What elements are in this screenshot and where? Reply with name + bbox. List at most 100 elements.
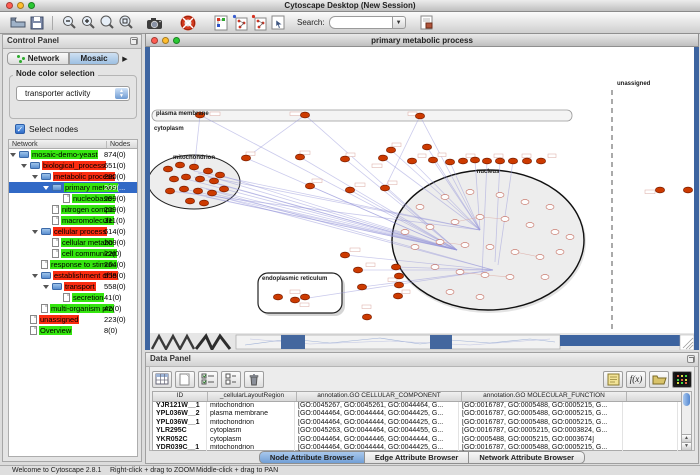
network-node[interactable] <box>195 176 204 182</box>
new-attribute-icon[interactable] <box>175 371 195 388</box>
network-node[interactable] <box>169 176 178 182</box>
tree-item[interactable]: transport558(0) <box>9 281 137 292</box>
network-node[interactable] <box>295 154 304 160</box>
network-node[interactable] <box>482 158 491 164</box>
network-node[interactable] <box>300 112 309 118</box>
network-node[interactable] <box>340 156 349 162</box>
network-overlay-icon-1[interactable] <box>230 14 249 32</box>
network-node[interactable] <box>353 267 362 273</box>
disclosure-triangle-icon[interactable] <box>32 175 38 179</box>
tree-item[interactable]: cellular process614(0) <box>9 226 137 237</box>
network-canvas[interactable]: plasma membranecytoplasmmitochondrionnuc… <box>150 47 694 333</box>
zoom-out-icon[interactable] <box>59 14 78 32</box>
tree-item[interactable]: macromolecule311(0) <box>9 215 137 226</box>
table-scrollbar[interactable]: ▲ ▼ <box>681 391 692 451</box>
network-node[interactable] <box>422 144 431 150</box>
nucleus-node[interactable] <box>476 215 484 220</box>
nucleus-node[interactable] <box>436 240 444 245</box>
tree-item[interactable]: establishment of lo558(0) <box>9 270 137 281</box>
network-node[interactable] <box>394 282 403 288</box>
nucleus-node[interactable] <box>506 275 514 280</box>
network-window-titlebar[interactable]: primary metabolic process <box>145 33 699 47</box>
nucleus-node[interactable] <box>521 200 529 205</box>
open-session-icon[interactable] <box>8 14 27 32</box>
nucleus-node[interactable] <box>411 245 419 250</box>
tree-item[interactable]: response to stimulu264(0) <box>9 259 137 270</box>
network-node[interactable] <box>273 294 282 300</box>
nucleus-node[interactable] <box>416 205 424 210</box>
column-header[interactable]: annotation.GO CELLULAR_COMPONENT <box>297 392 462 401</box>
nucleus-node[interactable] <box>441 195 449 200</box>
network-node[interactable] <box>241 155 250 161</box>
attribute-matrix-icon[interactable] <box>672 371 692 388</box>
nucleus-node[interactable] <box>456 270 464 275</box>
network-node[interactable] <box>165 188 174 194</box>
zoom-selected-icon[interactable] <box>97 14 116 32</box>
disclosure-triangle-icon[interactable] <box>43 285 49 289</box>
network-node[interactable] <box>305 183 314 189</box>
search-input[interactable] <box>329 16 393 29</box>
disclosure-triangle-icon[interactable] <box>10 153 16 157</box>
network-node[interactable] <box>445 159 454 165</box>
network-node[interactable] <box>207 190 216 196</box>
nucleus-node[interactable] <box>431 265 439 270</box>
network-node[interactable] <box>357 284 366 290</box>
edit-network-icon[interactable] <box>268 14 287 32</box>
tree-item[interactable]: mosaic-demo-yeast874(0) <box>9 149 137 160</box>
network-node[interactable] <box>391 264 400 270</box>
network-node[interactable] <box>209 178 218 184</box>
tree-item[interactable]: metabolic process280(0) <box>9 171 137 182</box>
network-node[interactable] <box>458 158 467 164</box>
network-node[interactable] <box>386 147 395 153</box>
select-nodes-checkbox[interactable]: ✓ <box>15 124 25 134</box>
network-node[interactable] <box>290 297 299 303</box>
nucleus-node[interactable] <box>476 295 484 300</box>
tab-network-attribute-browser[interactable]: Network Attribute Browser <box>469 451 585 464</box>
network-node[interactable] <box>300 294 309 300</box>
network-node[interactable] <box>189 164 198 170</box>
network-node[interactable] <box>508 158 517 164</box>
network-node[interactable] <box>345 187 354 193</box>
tree-item[interactable]: cellular metabo209(0) <box>9 237 137 248</box>
network-node[interactable] <box>179 186 188 192</box>
network-node[interactable] <box>378 155 387 161</box>
table-row[interactable]: YLR295Ccytoplasm[GO:0045263, GO:0044464,… <box>153 427 687 435</box>
nucleus-node[interactable] <box>526 223 534 228</box>
network-node[interactable] <box>175 162 184 168</box>
nucleus-node[interactable] <box>541 275 549 280</box>
vizmapper-icon[interactable] <box>211 14 230 32</box>
data-panel-undock-icon[interactable] <box>687 355 695 363</box>
network-node[interactable] <box>219 186 228 192</box>
attribute-batch-icon[interactable] <box>221 371 241 388</box>
tree-item[interactable]: nucleobase-209(0) <box>9 193 137 204</box>
network-node[interactable] <box>340 252 349 258</box>
nucleus-node[interactable] <box>556 250 564 255</box>
nucleus-node[interactable] <box>546 205 554 210</box>
nucleus-node[interactable] <box>566 235 574 240</box>
table-row[interactable]: YPL036W__2plasma membrane[GO:0044464, GO… <box>153 410 687 418</box>
table-row[interactable]: YPL036W__1mitochondrion[GO:0044464, GO:0… <box>153 419 687 427</box>
network-node[interactable] <box>215 172 224 178</box>
tree-item[interactable]: secretion41(0) <box>9 292 137 303</box>
node-color-combo[interactable]: transporter activity ▲▼ <box>16 86 130 101</box>
tree-item[interactable]: unassigned223(0) <box>9 314 137 325</box>
zoom-fit-icon[interactable] <box>116 14 135 32</box>
tree-item[interactable]: Overview8(0) <box>9 325 137 336</box>
nucleus-node[interactable] <box>426 225 434 230</box>
tab-network[interactable]: Network <box>7 52 69 65</box>
disclosure-triangle-icon[interactable] <box>43 186 49 190</box>
tree-item[interactable]: primary metabo209(... <box>9 182 137 193</box>
network-node[interactable] <box>199 200 208 206</box>
undock-icon[interactable] <box>130 37 138 45</box>
notes-icon[interactable] <box>603 371 623 388</box>
nucleus-node[interactable] <box>446 290 454 295</box>
column-header[interactable]: _cellularLayoutRegion <box>208 392 297 401</box>
snapshot-icon[interactable] <box>145 14 164 32</box>
nucleus-node[interactable] <box>401 230 409 235</box>
network-node[interactable] <box>536 158 545 164</box>
tab-node-attribute-browser[interactable]: Node Attribute Browser <box>259 451 365 464</box>
column-header[interactable]: ID <box>153 392 208 401</box>
network-node[interactable] <box>683 187 692 193</box>
network-node[interactable] <box>362 314 371 320</box>
table-row[interactable]: YKR052Ccytoplasm[GO:0044464, GO:0044446,… <box>153 436 687 444</box>
